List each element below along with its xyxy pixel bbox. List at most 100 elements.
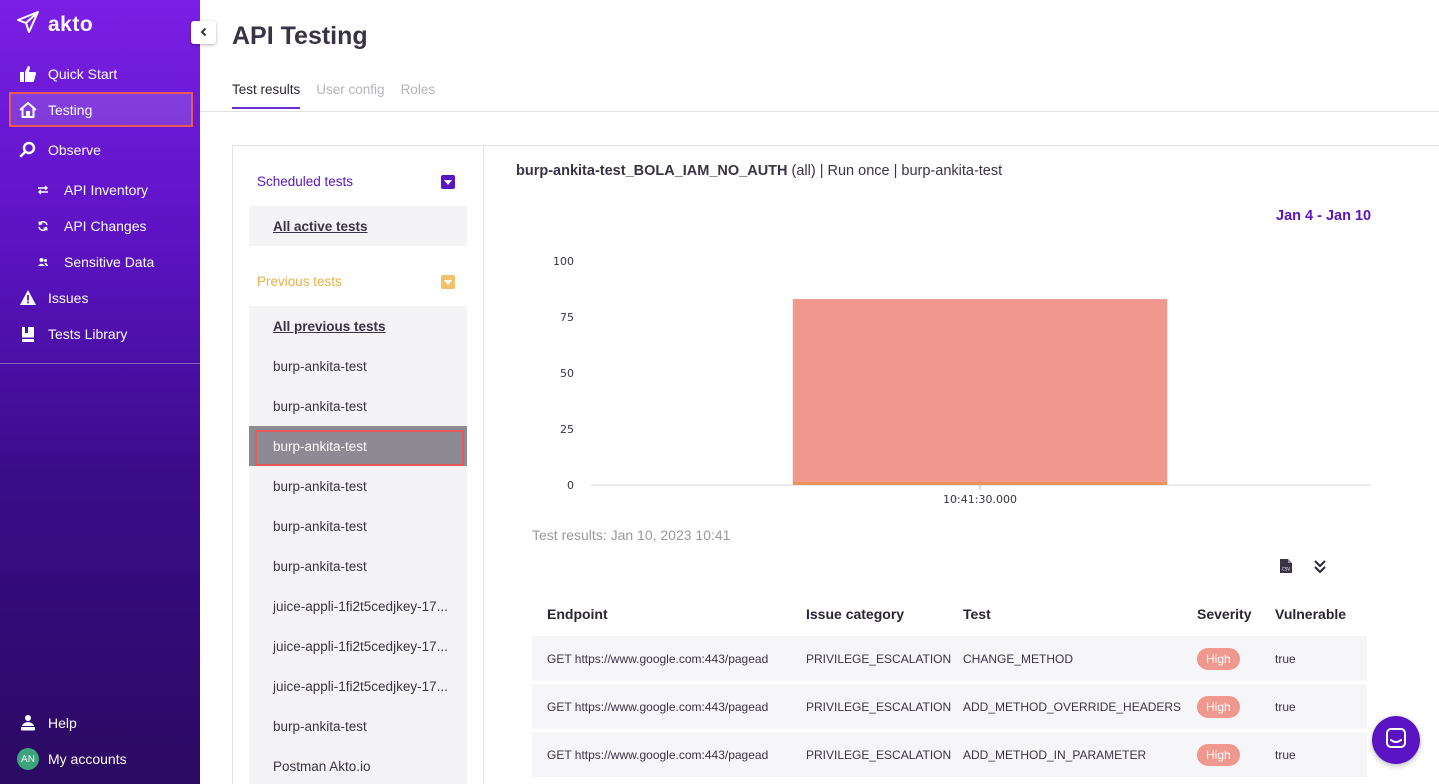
table-tools: CSV bbox=[1279, 558, 1327, 579]
table-row[interactable]: GET https://www.google.com:443/pagead PR… bbox=[532, 636, 1367, 681]
cell-issue-category: PRIVILEGE_ESCALATION bbox=[806, 699, 952, 714]
cell-vulnerable: true bbox=[1275, 651, 1296, 666]
column-header-severity[interactable]: Severity bbox=[1183, 606, 1261, 622]
list-item[interactable]: juice-appli-1fi2t5cedjkey-17... bbox=[249, 666, 467, 706]
swap-icon bbox=[36, 183, 50, 197]
tab-test-results[interactable]: Test results bbox=[232, 82, 301, 109]
sidebar-item-tests-library[interactable]: Tests Library bbox=[0, 317, 200, 351]
test-title: burp-ankita-test_BOLA_IAM_NO_AUTH (all) … bbox=[516, 163, 1002, 179]
avatar: AN bbox=[17, 748, 39, 770]
search-icon bbox=[19, 141, 37, 159]
expand-all-icon[interactable] bbox=[1313, 558, 1327, 579]
test-details: (all) | Run once | burp-ankita-test bbox=[787, 163, 1003, 179]
sidebar-item-label: Tests Library bbox=[48, 326, 128, 342]
cell-severity: High bbox=[1183, 743, 1261, 766]
sidebar: akto Quick Start Testing Observe API Inv… bbox=[0, 0, 200, 784]
avatar-initials: AN bbox=[17, 748, 39, 770]
tab-user-config[interactable]: User config bbox=[316, 82, 384, 109]
caret-down-icon[interactable] bbox=[441, 174, 455, 189]
scheduled-tests-list: All active tests bbox=[249, 206, 467, 246]
sidebar-item-api-changes[interactable]: API Changes bbox=[0, 209, 200, 243]
tab-bar: Test results User config Roles bbox=[232, 82, 435, 109]
sidebar-divider bbox=[0, 363, 200, 364]
date-range-picker[interactable]: Jan 4 - Jan 10 bbox=[1276, 208, 1371, 224]
book-icon bbox=[19, 325, 37, 343]
table-row[interactable]: GET https://www.google.com:443/pagead PR… bbox=[532, 684, 1367, 729]
warning-icon bbox=[19, 289, 37, 307]
list-item[interactable]: Postman Akto.io bbox=[249, 746, 467, 784]
sidebar-item-api-inventory[interactable]: API Inventory bbox=[0, 173, 200, 207]
scheduled-tests-heading: Scheduled tests bbox=[257, 174, 354, 189]
scheduled-tests-header[interactable]: Scheduled tests bbox=[257, 174, 455, 189]
tests-list-column: Scheduled tests All active tests Previou… bbox=[233, 146, 484, 784]
sidebar-item-observe[interactable]: Observe bbox=[0, 133, 200, 167]
home-icon bbox=[19, 101, 37, 119]
column-header-issue-category[interactable]: Issue category bbox=[792, 606, 949, 622]
sidebar-item-label: Sensitive Data bbox=[64, 254, 155, 270]
test-detail-column: burp-ankita-test_BOLA_IAM_NO_AUTH (all) … bbox=[485, 146, 1439, 784]
y-tick-label: 50 bbox=[560, 367, 574, 380]
cell-issue-category: PRIVILEGE_ESCALATION bbox=[806, 651, 952, 666]
results-table: Endpoint Issue category Test Severity Vu… bbox=[532, 591, 1367, 780]
column-header-endpoint[interactable]: Endpoint bbox=[532, 606, 792, 622]
caret-down-icon[interactable] bbox=[441, 274, 455, 289]
people-icon bbox=[19, 714, 37, 732]
list-item[interactable]: juice-appli-1fi2t5cedjkey-17... bbox=[249, 586, 467, 626]
sidebar-item-label: Testing bbox=[48, 101, 93, 118]
list-item[interactable]: burp-ankita-test bbox=[249, 346, 467, 386]
list-item[interactable]: burp-ankita-test bbox=[249, 386, 467, 426]
sidebar-item-testing[interactable]: Testing bbox=[9, 92, 193, 127]
svg-text:CSV: CSV bbox=[1282, 567, 1290, 572]
previous-tests-header[interactable]: Previous tests bbox=[257, 274, 455, 289]
akto-logo[interactable]: akto bbox=[16, 10, 93, 39]
severity-badge: High bbox=[1197, 743, 1240, 766]
app-name: akto bbox=[48, 12, 94, 36]
page-title: API Testing bbox=[232, 22, 368, 50]
sidebar-item-label: Issues bbox=[48, 290, 89, 306]
csv-download-icon[interactable]: CSV bbox=[1279, 558, 1293, 579]
tab-roles[interactable]: Roles bbox=[401, 82, 436, 109]
list-item[interactable]: burp-ankita-test bbox=[249, 506, 467, 546]
cell-vulnerable: true bbox=[1275, 747, 1296, 762]
previous-tests-heading: Previous tests bbox=[257, 274, 342, 289]
list-item-selected[interactable]: burp-ankita-test bbox=[249, 426, 467, 466]
sidebar-item-quick-start[interactable]: Quick Start bbox=[0, 57, 200, 91]
column-header-vulnerable[interactable]: Vulnerable bbox=[1261, 606, 1367, 622]
table-row[interactable]: GET https://www.google.com:443/pagead PR… bbox=[532, 732, 1367, 777]
cell-severity: High bbox=[1183, 647, 1261, 670]
cell-test: ADD_METHOD_OVERRIDE_HEADERS bbox=[963, 699, 1182, 714]
list-item[interactable]: burp-ankita-test bbox=[249, 466, 467, 506]
thumbs-up-icon bbox=[19, 65, 37, 83]
y-tick-label: 0 bbox=[567, 479, 574, 492]
sidebar-item-sensitive-data[interactable]: Sensitive Data bbox=[0, 245, 200, 279]
list-item[interactable]: burp-ankita-test bbox=[249, 546, 467, 586]
cell-test: CHANGE_METHOD bbox=[963, 651, 1074, 666]
paper-plane-icon bbox=[16, 10, 40, 39]
sidebar-item-label: Help bbox=[48, 715, 77, 731]
cell-vulnerable: true bbox=[1275, 699, 1296, 714]
test-results-panel: Scheduled tests All active tests Previou… bbox=[232, 145, 1439, 784]
column-header-test[interactable]: Test bbox=[949, 606, 1183, 622]
test-name: burp-ankita-test_BOLA_IAM_NO_AUTH bbox=[516, 163, 788, 179]
cell-severity: High bbox=[1183, 695, 1261, 718]
chat-icon bbox=[1384, 726, 1408, 755]
chat-support-button[interactable] bbox=[1372, 716, 1420, 764]
list-item-all-previous-tests[interactable]: All previous tests bbox=[249, 306, 467, 346]
users-icon bbox=[36, 255, 50, 269]
sidebar-item-label: Quick Start bbox=[48, 66, 118, 82]
list-item[interactable]: juice-appli-1fi2t5cedjkey-17... bbox=[249, 626, 467, 666]
severity-badge: High bbox=[1197, 647, 1240, 670]
list-item[interactable]: burp-ankita-test bbox=[249, 706, 467, 746]
previous-tests-list: All previous tests burp-ankita-test burp… bbox=[249, 306, 467, 784]
sidebar-item-issues[interactable]: Issues bbox=[0, 281, 200, 315]
sidebar-item-help[interactable]: Help bbox=[0, 706, 200, 740]
y-tick-label: 25 bbox=[560, 423, 574, 436]
table-header: Endpoint Issue category Test Severity Vu… bbox=[532, 591, 1367, 636]
y-tick-label: 100 bbox=[553, 255, 574, 268]
list-item-all-active-tests[interactable]: All active tests bbox=[249, 206, 467, 246]
cell-endpoint: GET https://www.google.com:443/pagead bbox=[547, 699, 769, 714]
chart-bar-segment-0 bbox=[792, 481, 1168, 485]
collapse-sidebar-button[interactable] bbox=[191, 21, 216, 44]
sidebar-item-my-accounts[interactable]: AN My accounts bbox=[0, 742, 200, 776]
results-heading: Test results: Jan 10, 2023 10:41 bbox=[532, 527, 731, 543]
